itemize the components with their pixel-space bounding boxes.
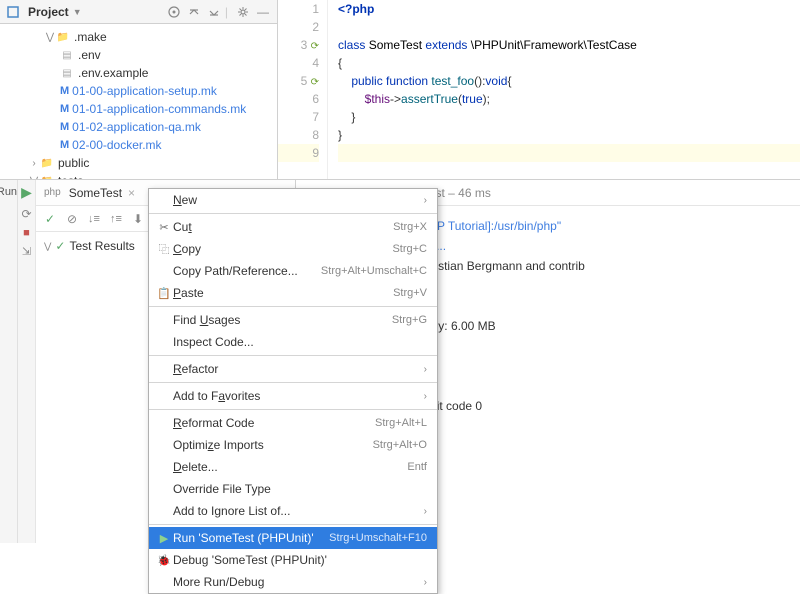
- run-tab-name[interactable]: SomeTest: [69, 186, 122, 200]
- tree-folder-make[interactable]: ⋁📁.make: [0, 28, 277, 46]
- check-icon: ✓: [55, 239, 65, 253]
- project-title: Project: [28, 5, 69, 19]
- project-tool-window: Project ▼ | — ⋁📁.make ▤.env ▤.env.exampl…: [0, 0, 278, 179]
- menu-ignore[interactable]: Add to Ignore List of...›: [149, 500, 437, 522]
- context-menu: New› ✂CutStrg+X ⿻CopyStrg+C Copy Path/Re…: [148, 188, 438, 594]
- run-tab-label[interactable]: Run:: [0, 180, 18, 543]
- tree-file-env[interactable]: ▤.env: [0, 46, 277, 64]
- menu-optimize[interactable]: Optimize ImportsStrg+Alt+O: [149, 434, 437, 456]
- run-gutter-icon[interactable]: ⟳: [311, 77, 319, 88]
- menu-reformat[interactable]: Reformat CodeStrg+Alt+L: [149, 412, 437, 434]
- menu-inspect[interactable]: Inspect Code...: [149, 331, 437, 353]
- import-icon[interactable]: ⬇: [128, 209, 148, 229]
- tree-file-mk-4[interactable]: M02-00-docker.mk: [0, 136, 277, 154]
- stop-icon[interactable]: ■: [23, 227, 30, 239]
- menu-copy-path[interactable]: Copy Path/Reference...Strg+Alt+Umschalt+…: [149, 260, 437, 282]
- expand-icon[interactable]: ↑≡: [106, 209, 126, 229]
- collapse-all-icon[interactable]: [206, 4, 222, 20]
- tree-file-mk-3[interactable]: M01-02-application-qa.mk: [0, 118, 277, 136]
- project-icon: [6, 5, 20, 19]
- run-side-toolbar: ▶ ⟳ ■ ⇲: [18, 180, 36, 543]
- dropdown-icon[interactable]: ▼: [73, 7, 82, 17]
- expand-all-icon[interactable]: [186, 4, 202, 20]
- code-area[interactable]: <?php class SomeTest extends \PHPUnit\Fr…: [328, 0, 800, 179]
- select-opened-icon[interactable]: [166, 4, 182, 20]
- menu-delete[interactable]: Delete...Entf: [149, 456, 437, 478]
- rerun-icon[interactable]: ▶: [21, 184, 32, 201]
- close-tab-icon[interactable]: ×: [128, 186, 135, 200]
- run-gutter-icon[interactable]: ⟳: [311, 41, 319, 52]
- editor-gutter: 1 2 3 ⟳ 4 5 ⟳ 6 7 8 9: [278, 0, 328, 179]
- menu-run[interactable]: ▶Run 'SomeTest (PHPUnit)'Strg+Umschalt+F…: [149, 527, 437, 549]
- tree-file-mk-2[interactable]: M01-01-application-commands.mk: [0, 100, 277, 118]
- menu-copy[interactable]: ⿻CopyStrg+C: [149, 238, 437, 260]
- show-ignored-icon[interactable]: ⊘: [62, 209, 82, 229]
- copy-icon: ⿻: [155, 241, 173, 257]
- tree-file-env-example[interactable]: ▤.env.example: [0, 64, 277, 82]
- menu-override[interactable]: Override File Type: [149, 478, 437, 500]
- menu-add-favorites[interactable]: Add to Favorites›: [149, 385, 437, 407]
- menu-refactor[interactable]: Refactor›: [149, 358, 437, 380]
- menu-debug[interactable]: 🐞Debug 'SomeTest (PHPUnit)': [149, 549, 437, 571]
- show-passed-icon[interactable]: ✓: [40, 209, 60, 229]
- tree-file-mk-1[interactable]: M01-00-application-setup.mk: [0, 82, 277, 100]
- settings-icon[interactable]: [235, 4, 251, 20]
- tree-folder-public[interactable]: ›📁public: [0, 154, 277, 172]
- menu-paste[interactable]: 📋PasteStrg+V: [149, 282, 437, 304]
- paste-icon: 📋: [155, 287, 173, 300]
- project-tree: ⋁📁.make ▤.env ▤.env.example M01-00-appli…: [0, 24, 277, 179]
- debug-icon: 🐞: [155, 554, 173, 567]
- menu-new[interactable]: New›: [149, 189, 437, 211]
- code-editor[interactable]: 1 2 3 ⟳ 4 5 ⟳ 6 7 8 9 <?php class SomeTe…: [278, 0, 800, 179]
- menu-more-run[interactable]: More Run/Debug›: [149, 571, 437, 593]
- cut-icon: ✂: [155, 221, 173, 234]
- rerun-failed-icon[interactable]: ⟳: [21, 207, 31, 221]
- hide-icon[interactable]: —: [255, 4, 271, 20]
- pin-icon[interactable]: ⇲: [22, 245, 31, 258]
- menu-find-usages[interactable]: Find UsagesStrg+G: [149, 309, 437, 331]
- sort-icon[interactable]: ↓≡: [84, 209, 104, 229]
- tree-folder-tests[interactable]: ⋁📁tests: [0, 172, 277, 179]
- php-tab-icon: php: [44, 187, 61, 198]
- menu-cut[interactable]: ✂CutStrg+X: [149, 216, 437, 238]
